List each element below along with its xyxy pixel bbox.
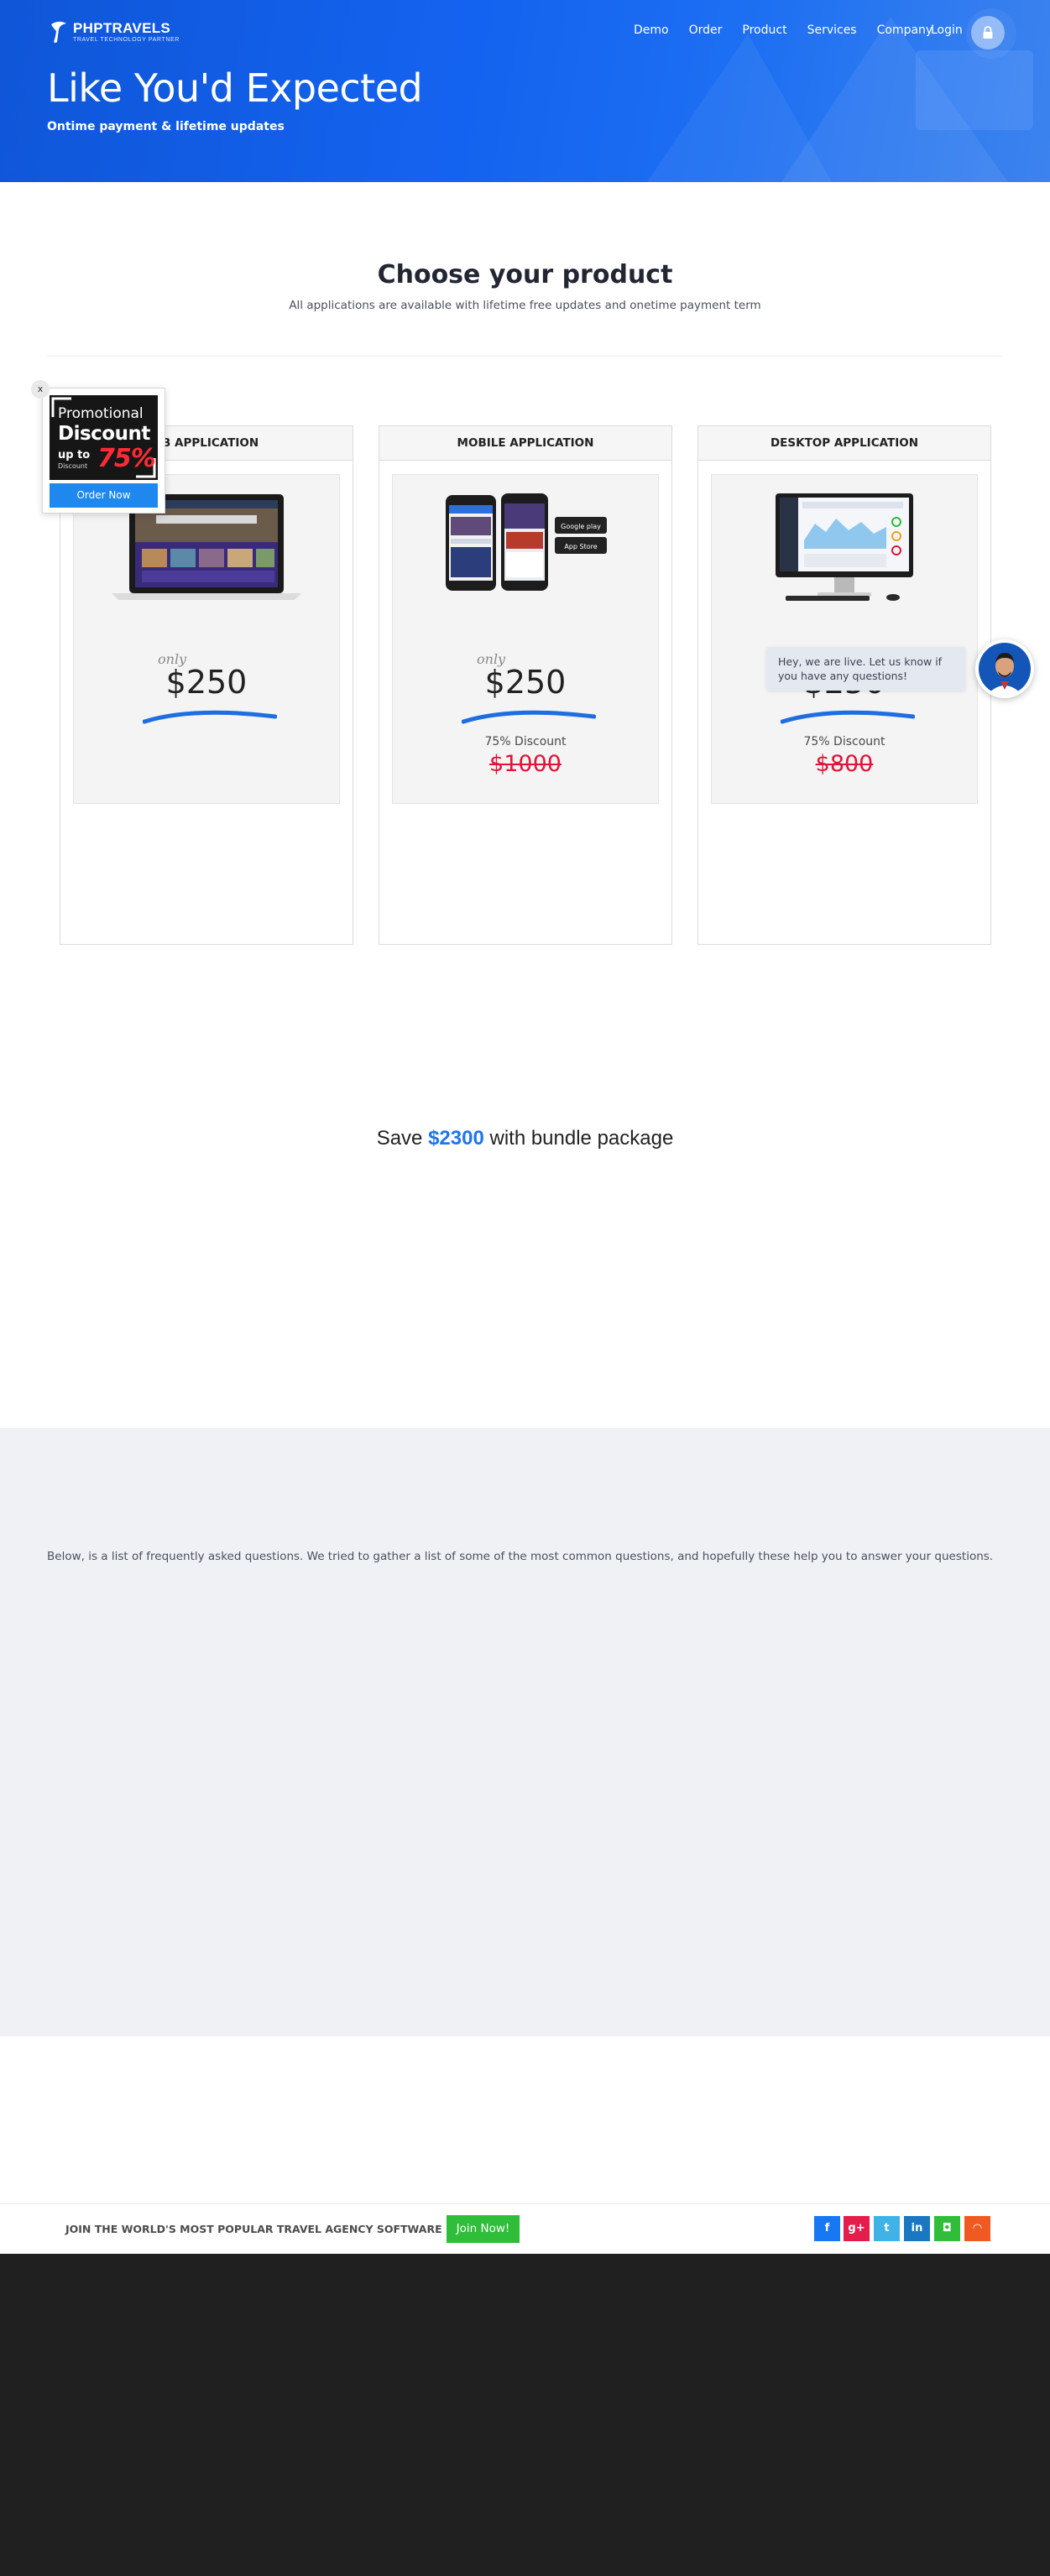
- bundle-amount: $2300: [428, 1127, 484, 1150]
- rss-icon[interactable]: ◠: [964, 2216, 990, 2241]
- promo-line1: Promotional: [58, 405, 144, 422]
- hero-subtitle: Ontime payment & lifetime updates: [47, 120, 285, 133]
- bundle-savings-text: Save $2300 with bundle package: [0, 1127, 1050, 1150]
- card-title: DESKTOP APPLICATION: [698, 426, 990, 461]
- price-underline-swoosh: [781, 710, 915, 724]
- promo-banner[interactable]: Promotional Discount up to 75% Discount: [50, 395, 158, 480]
- login-button[interactable]: [971, 16, 1005, 50]
- linkedin-icon[interactable]: in: [904, 2216, 930, 2241]
- chat-message-bubble[interactable]: Hey, we are live. Let us know if you hav…: [766, 647, 965, 691]
- nav-company[interactable]: Company: [877, 23, 933, 37]
- card-body: only $250: [73, 474, 340, 804]
- promo-popup: Promotional Discount up to 75% Discount …: [42, 388, 165, 514]
- join-strip: JOIN THE WORLD'S MOST POPULAR TRAVEL AGE…: [0, 2203, 1050, 2254]
- discount-label: 75% Discount: [803, 735, 885, 748]
- original-price: $1000: [489, 751, 562, 777]
- faq-intro: Below, is a list of frequently asked que…: [47, 1550, 994, 1563]
- nav-services[interactable]: Services: [807, 23, 857, 37]
- card-price: $250: [484, 664, 567, 701]
- join-now-button[interactable]: Join Now!: [447, 2215, 520, 2243]
- nav-demo[interactable]: Demo: [634, 23, 669, 37]
- products-title: Choose your product: [377, 260, 673, 289]
- login-link[interactable]: Login: [931, 23, 963, 37]
- promo-percent: 75%: [97, 444, 156, 473]
- card-body: $250 75% Discount $800: [711, 474, 978, 804]
- agent-avatar-icon: [979, 643, 1031, 695]
- promo-discount-word: Discount: [58, 462, 88, 470]
- hero-title: Like You'd Expected: [47, 65, 423, 111]
- mobile-app-phones-image: Google play App Store: [446, 493, 607, 591]
- svg-text:Google play: Google play: [561, 523, 601, 530]
- brand-tagline: TRAVEL TECHNOLOGY PARTNER: [73, 37, 180, 43]
- nav-order[interactable]: Order: [689, 23, 723, 37]
- lock-icon: [983, 26, 993, 39]
- product-card-mobile[interactable]: MOBILE APPLICATION Google play App Store…: [379, 425, 672, 945]
- card-title: MOBILE APPLICATION: [379, 426, 671, 461]
- page-footer: [0, 2254, 1050, 2576]
- desktop-app-monitor-image: [776, 493, 913, 601]
- bundle-prefix: Save: [376, 1127, 429, 1150]
- original-price: $800: [815, 751, 874, 777]
- faq-section: Below, is a list of frequently asked que…: [0, 1428, 1050, 2036]
- products-subtitle: All applications are available with life…: [289, 299, 761, 312]
- google-plus-icon[interactable]: g+: [844, 2216, 870, 2241]
- main-nav: Demo Order Product Services Company: [634, 23, 953, 37]
- card-body: Google play App Store only $250 75% Disc…: [392, 474, 659, 804]
- price-underline-swoosh: [143, 710, 277, 724]
- section-divider: [47, 356, 1002, 357]
- nav-product[interactable]: Product: [742, 23, 786, 37]
- join-text: JOIN THE WORLD'S MOST POPULAR TRAVEL AGE…: [65, 2223, 442, 2235]
- twitter-icon[interactable]: t: [874, 2216, 900, 2241]
- brand-logo[interactable]: PHPTRAVELS TRAVEL TECHNOLOGY PARTNER: [48, 19, 180, 44]
- chat-agent-avatar[interactable]: [975, 639, 1034, 698]
- bundle-suffix: with bundle package: [483, 1127, 674, 1150]
- price-underline-swoosh: [462, 710, 596, 724]
- brand-name: PHPTRAVELS: [73, 20, 171, 36]
- discount-label: 75% Discount: [484, 735, 567, 748]
- instagram-icon[interactable]: ◘: [934, 2216, 960, 2241]
- order-now-button[interactable]: Order Now: [50, 483, 158, 508]
- logo-icon: [51, 21, 66, 43]
- promo-upto: up to: [58, 449, 91, 461]
- svg-text:App Store: App Store: [564, 543, 597, 550]
- facebook-icon[interactable]: f: [814, 2216, 840, 2241]
- hero-banner: PHPTRAVELS TRAVEL TECHNOLOGY PARTNER Dem…: [0, 0, 1050, 182]
- promo-close-button[interactable]: x: [31, 380, 50, 399]
- promo-line2: Discount: [58, 423, 150, 445]
- card-price: $250: [165, 664, 248, 701]
